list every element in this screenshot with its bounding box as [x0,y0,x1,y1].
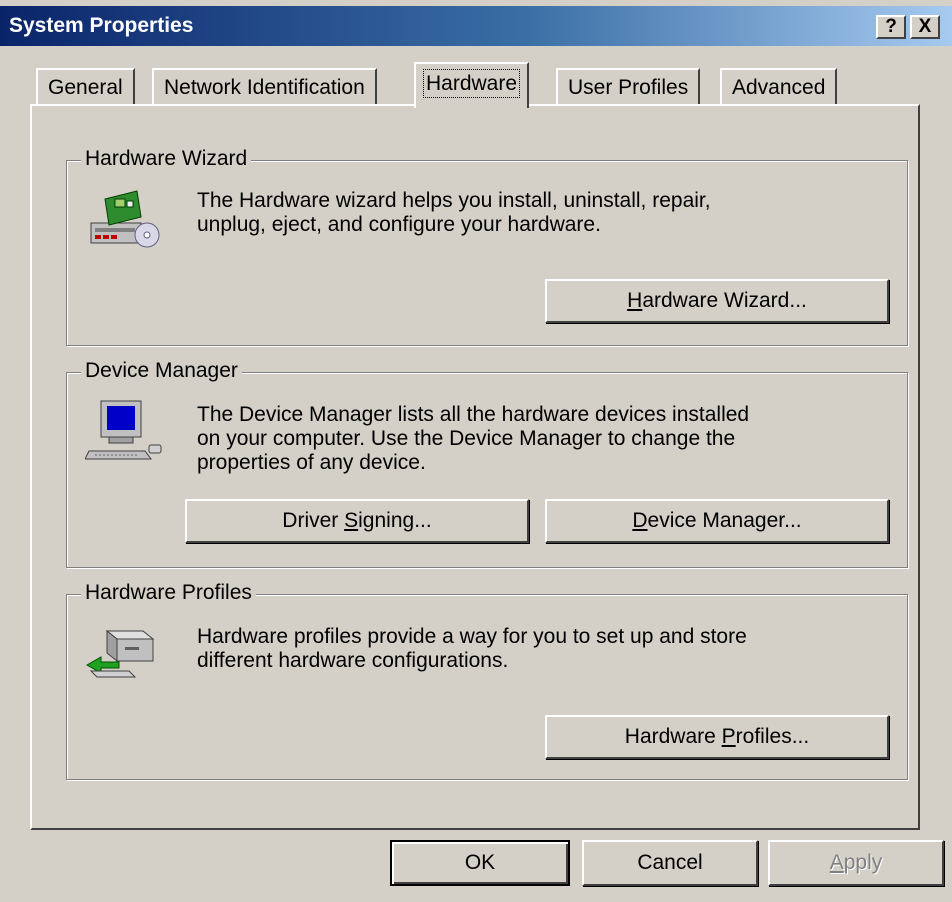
hardware-wizard-group: Hardware Wizard The Hardware wizard help… [66,147,908,346]
hardware-wizard-button[interactable]: Hardware Wizard... [545,279,889,323]
tab-user-profiles[interactable]: User Profiles [556,68,701,106]
tab-advanced[interactable]: Advanced [720,68,838,106]
computer-icon [85,400,162,460]
apply-button[interactable]: Apply [768,840,944,886]
hardware-profiles-description: Hardware profiles provide a way for you … [197,625,747,672]
hardware-profiles-icon [85,629,155,678]
close-button[interactable]: X [910,15,940,39]
hardware-tab-panel: Hardware Wizard The Hardware wizard help… [30,104,920,830]
hardware-wizard-group-label: Hardware Wizard [81,147,252,171]
device-manager-description: The Device Manager lists all the hardwar… [197,403,750,474]
hardware-wizard-icon [90,190,160,248]
help-button[interactable]: ? [876,15,906,39]
ok-button[interactable]: OK [390,840,570,886]
window-title: System Properties [9,14,194,37]
tab-general[interactable]: General [36,68,135,106]
device-manager-button[interactable]: Device Manager... [545,499,889,543]
driver-signing-button[interactable]: Driver Signing... [185,499,529,543]
hardware-wizard-description: The Hardware wizard helps you install, u… [197,189,711,236]
tab-network-identification[interactable]: Network Identification [152,68,377,106]
hardware-profiles-group: Hardware Profiles Hardware profiles prov… [66,581,908,780]
title-bar: System Properties ? X [0,6,952,46]
device-manager-group: Device Manager The Device Manager lists … [66,359,908,568]
hardware-profiles-group-label: Hardware Profiles [81,581,256,605]
hardware-profiles-button[interactable]: Hardware Profiles... [545,715,889,759]
cancel-button[interactable]: Cancel [582,840,758,886]
tab-hardware[interactable]: Hardware [414,62,530,108]
device-manager-group-label: Device Manager [81,359,242,383]
